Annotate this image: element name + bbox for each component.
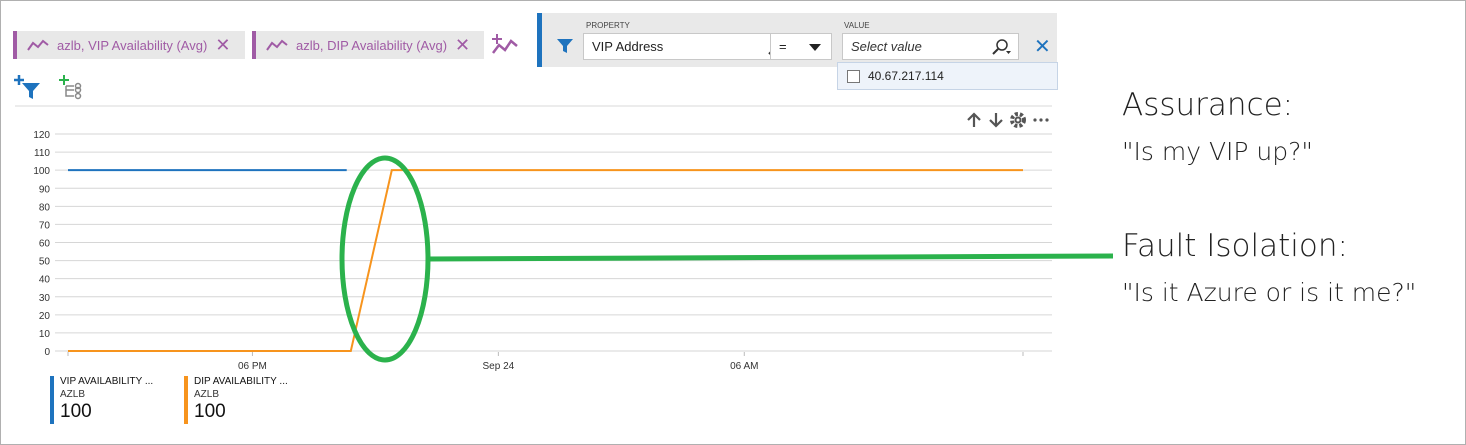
value-option[interactable]: 40.67.217.114 bbox=[837, 62, 1058, 90]
fault-isolation-question: "Is it Azure or is it me?" bbox=[1122, 278, 1417, 307]
metric-chip-label: azlb, VIP Availability (Avg) bbox=[57, 37, 208, 53]
y-tick-label: 120 bbox=[33, 130, 50, 141]
legend-title: DIP AVAILABILITY ... bbox=[194, 376, 288, 387]
chevron-down-icon bbox=[809, 44, 821, 51]
x-tick-label: Sep 24 bbox=[483, 361, 515, 372]
close-icon[interactable]: ✕ bbox=[215, 36, 230, 54]
search-icon bbox=[992, 39, 1011, 55]
line-chart-icon bbox=[27, 39, 49, 51]
legend-item-vip[interactable]: VIP AVAILABILITY ... AZLB 100 bbox=[50, 376, 153, 424]
y-tick-label: 60 bbox=[39, 239, 51, 250]
operator-select[interactable]: = bbox=[770, 33, 832, 60]
y-tick-label: 50 bbox=[39, 257, 51, 268]
y-tick-label: 10 bbox=[39, 329, 51, 340]
value-input[interactable]: Select value bbox=[842, 33, 1019, 60]
y-tick-label: 80 bbox=[39, 202, 51, 213]
metric-chip-dip[interactable]: azlb, DIP Availability (Avg) ✕ bbox=[252, 31, 484, 59]
line-chart-icon bbox=[266, 39, 288, 51]
legend-item-dip[interactable]: DIP AVAILABILITY ... AZLB 100 bbox=[184, 376, 288, 424]
more-icon[interactable] bbox=[1033, 118, 1049, 122]
property-label: PROPERTY bbox=[586, 21, 630, 30]
close-icon[interactable]: ✕ bbox=[455, 36, 470, 54]
x-tick-label: 06 AM bbox=[730, 361, 758, 372]
checkbox[interactable] bbox=[847, 69, 860, 83]
assurance-title: Assurance: bbox=[1122, 87, 1294, 123]
y-tick-label: 0 bbox=[44, 347, 50, 358]
legend-value: 100 bbox=[194, 401, 226, 422]
availability-chart: 0 10 20 30 40 50 60 70 80 90 100 110 120 06 PM Sep 24… bbox=[15, 105, 1052, 372]
y-tick-label: 110 bbox=[34, 148, 50, 159]
metric-chip-label: azlb, DIP Availability (Avg) bbox=[296, 37, 448, 53]
add-metric-icon[interactable] bbox=[491, 33, 519, 57]
legend-title: VIP AVAILABILITY ... bbox=[60, 376, 154, 387]
property-value: VIP Address bbox=[592, 39, 664, 54]
option-label: 40.67.217.114 bbox=[868, 69, 944, 83]
legend-sub: AZLB bbox=[194, 389, 220, 400]
property-input[interactable]: VIP Address bbox=[583, 33, 795, 60]
move-down-icon[interactable] bbox=[989, 113, 1003, 128]
legend-value: 100 bbox=[60, 401, 92, 422]
split-icon[interactable] bbox=[58, 74, 88, 100]
y-tick-label: 70 bbox=[39, 220, 51, 231]
add-filter-icon[interactable] bbox=[13, 74, 43, 100]
value-placeholder: Select value bbox=[851, 39, 922, 54]
remove-filter-icon[interactable]: ✕ bbox=[1034, 34, 1051, 59]
y-tick-label: 20 bbox=[39, 311, 51, 322]
move-up-icon[interactable] bbox=[967, 112, 981, 127]
y-tick-label: 100 bbox=[33, 166, 50, 177]
assurance-question: "Is my VIP up?" bbox=[1122, 137, 1313, 166]
legend-sub: AZLB bbox=[60, 389, 86, 400]
operator-value: = bbox=[779, 39, 787, 54]
y-tick-label: 40 bbox=[39, 275, 51, 286]
x-tick-label: 06 PM bbox=[238, 361, 267, 372]
value-label: VALUE bbox=[844, 21, 870, 30]
fault-isolation-title: Fault Isolation: bbox=[1122, 228, 1348, 264]
metric-chip-vip[interactable]: azlb, VIP Availability (Avg) ✕ bbox=[13, 31, 245, 59]
filter-icon bbox=[557, 39, 573, 53]
y-tick-label: 30 bbox=[39, 293, 51, 304]
y-tick-label: 90 bbox=[39, 184, 51, 195]
filter-panel: PROPERTY VIP Address = VALUE Select valu… bbox=[537, 13, 1057, 67]
gear-icon[interactable] bbox=[1010, 112, 1026, 128]
